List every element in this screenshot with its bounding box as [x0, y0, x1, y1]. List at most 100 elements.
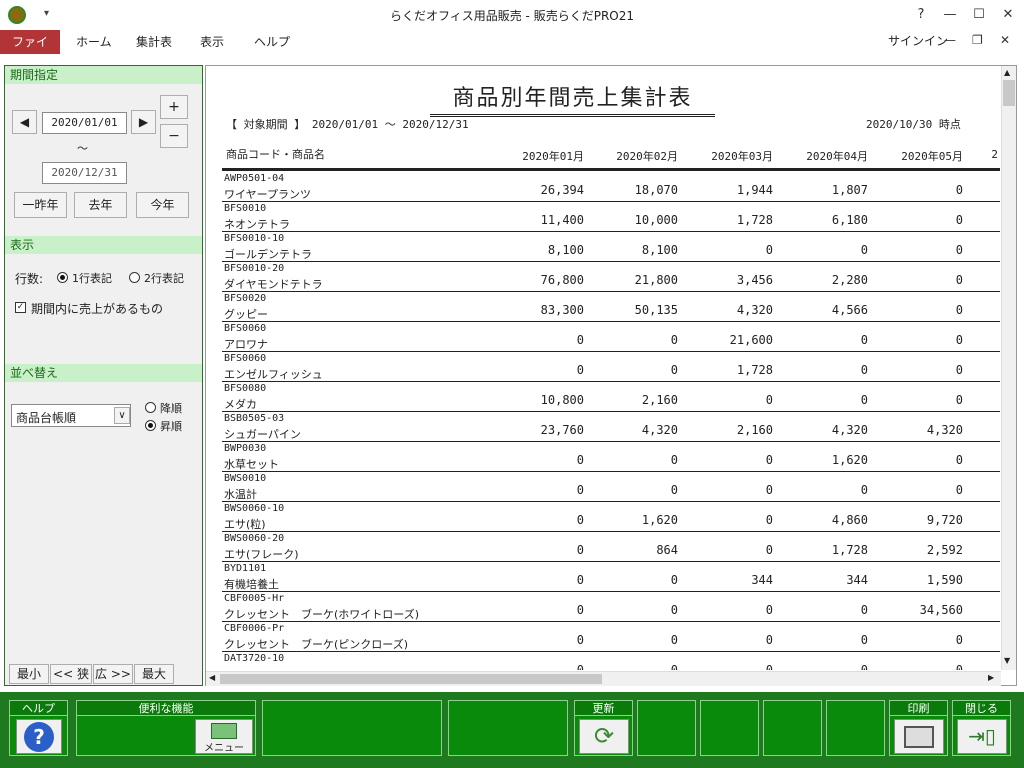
month-value: 1,807 [831, 183, 868, 197]
scroll-right-icon[interactable]: ▶ [988, 673, 994, 682]
scroll-up-icon[interactable]: ▲ [1004, 68, 1010, 77]
month-value: 1,728 [736, 213, 773, 227]
month-value: 0 [765, 483, 773, 497]
empty-slot [637, 700, 696, 756]
month-value: 76,800 [540, 273, 584, 287]
scroll-left-icon[interactable]: ◀ [209, 673, 215, 682]
month-value: 0 [955, 393, 963, 407]
item-name: ダイヤモンドテトラ [224, 278, 323, 291]
month-value: 0 [670, 663, 678, 670]
item-code: BFS0060 [224, 353, 267, 364]
month-value: 0 [955, 333, 963, 347]
table-row[interactable]: BWS0010 水温計 0 0 0 0 0 [222, 472, 1000, 502]
close-button[interactable]: ⇥▯ [957, 719, 1007, 754]
month-value: 0 [955, 303, 963, 317]
month-value: 0 [576, 363, 584, 377]
menu-button[interactable]: メニュー [195, 719, 253, 754]
table-row[interactable]: BWS0060-10 エサ(粒) 0 1,620 0 4,860 9,720 [222, 502, 1000, 532]
month-value: 0 [576, 573, 584, 587]
month-value: 0 [765, 453, 773, 467]
table-row[interactable]: BFS0010-10 ゴールデンテトラ 8,100 8,100 0 0 0 [222, 232, 1000, 262]
table-row[interactable]: BFS0010 ネオンテトラ 11,400 10,000 1,728 6,180 0 [222, 202, 1000, 232]
table-row[interactable]: BFS0060 アロワナ 0 0 21,600 0 0 [222, 322, 1000, 352]
item-code: BWP0030 [224, 443, 267, 454]
month-value: 2,280 [831, 273, 868, 287]
month-value: 0 [860, 603, 868, 617]
empty-slot [763, 700, 822, 756]
help-icon: ? [24, 722, 54, 752]
printer-icon [904, 726, 934, 748]
month-value: 0 [576, 603, 584, 617]
menu-button-label: メニュー [204, 743, 244, 754]
exit-door-icon: ⇥▯ [968, 724, 996, 748]
month-value: 0 [765, 633, 773, 647]
item-name: エンゼルフィッシュ [224, 368, 323, 381]
menu-icon [211, 723, 237, 739]
item-name: エサ(フレーク) [224, 548, 299, 561]
horizontal-scrollbar[interactable]: ◀ ▶ [206, 671, 1001, 686]
item-code: BWS0060-20 [224, 533, 285, 544]
month-value: 23,760 [540, 423, 584, 437]
month-value: 0 [576, 633, 584, 647]
table-row[interactable]: DAT3720-10 0 0 0 0 0 [222, 652, 1000, 670]
month-value: 0 [860, 363, 868, 377]
table-row[interactable]: BYD1101 有機培養土 0 0 344 344 1,590 [222, 562, 1000, 592]
month-value: 11,400 [540, 213, 584, 227]
item-name: シュガーパイン [224, 428, 301, 441]
month-value: 9,720 [926, 513, 963, 527]
help-slot: ヘルプ ? [9, 700, 68, 756]
refresh-button[interactable]: ⟳ [579, 719, 629, 754]
hscroll-thumb[interactable] [220, 674, 602, 684]
item-code: BFS0060 [224, 323, 267, 334]
item-code: BWS0060-10 [224, 503, 285, 514]
month-value: 0 [670, 603, 678, 617]
scroll-down-icon[interactable]: ▼ [1004, 656, 1010, 665]
help-button[interactable]: ? [16, 719, 62, 754]
refresh-label: 更新 [575, 701, 632, 716]
month-value: 10,000 [634, 213, 678, 227]
month-value: 0 [670, 633, 678, 647]
month-value: 4,320 [736, 303, 773, 317]
month-value: 0 [860, 333, 868, 347]
month-value: 2,160 [641, 393, 678, 407]
month-value: 0 [955, 273, 963, 287]
table-row[interactable]: BFS0060 エンゼルフィッシュ 0 0 1,728 0 0 [222, 352, 1000, 382]
month-value: 1,590 [926, 573, 963, 587]
month-value: 0 [955, 453, 963, 467]
item-code: DAT3720-10 [224, 653, 285, 664]
month-value: 0 [576, 543, 584, 557]
month-value: 864 [656, 543, 678, 557]
month-value: 0 [670, 573, 678, 587]
month-value: 0 [955, 183, 963, 197]
month-value: 344 [751, 573, 773, 587]
month-value: 1,620 [831, 453, 868, 467]
table-row[interactable]: BWS0060-20 エサ(フレーク) 0 864 0 1,728 2,592 [222, 532, 1000, 562]
table-row[interactable]: BWP0030 水草セット 0 0 0 1,620 0 [222, 442, 1000, 472]
item-name: ゴールデンテトラ [224, 248, 312, 261]
table-row[interactable]: BFS0080 メダカ 10,800 2,160 0 0 0 [222, 382, 1000, 412]
item-name: ネオンテトラ [224, 218, 290, 231]
month-value: 4,320 [926, 423, 963, 437]
table-row[interactable]: CBF0006-Pr クレッセント ブーケ(ピンクローズ) 0 0 0 0 0 [222, 622, 1000, 652]
month-value: 18,070 [634, 183, 678, 197]
table-row[interactable]: BFS0020 グッピー 83,300 50,135 4,320 4,566 0 [222, 292, 1000, 322]
function-bar: ヘルプ ? 便利な機能 メニュー 更新 ⟳ 印刷 閉じる ⇥▯ [0, 692, 1024, 768]
month-value: 4,860 [831, 513, 868, 527]
print-button[interactable] [894, 719, 944, 754]
doc-close-icon[interactable]: ✕ [1000, 33, 1010, 47]
table-row[interactable]: CBF0005-Hr クレッセント ブーケ(ホワイトローズ) 0 0 0 0 34,560 [222, 592, 1000, 622]
month-value: 0 [860, 633, 868, 647]
table-row[interactable]: AWP0501-04 ワイヤープランツ 26,394 18,070 1,944 1,807… [222, 172, 1000, 202]
table-row[interactable]: BSB0505-03 シュガーパイン 23,760 4,320 2,160 4,320 4,… [222, 412, 1000, 442]
scroll-thumb[interactable] [1003, 80, 1015, 106]
month-value: 0 [955, 213, 963, 227]
item-code: CBF0005-Hr [224, 593, 285, 604]
month-value: 8,100 [547, 243, 584, 257]
month-value: 0 [765, 243, 773, 257]
print-label: 印刷 [890, 701, 947, 716]
vertical-scrollbar[interactable]: ▲ ▼ [1001, 66, 1016, 670]
empty-slot [700, 700, 759, 756]
item-name: クレッセント ブーケ(ホワイトローズ) [224, 608, 420, 621]
month-value: 10,800 [540, 393, 584, 407]
table-row[interactable]: BFS0010-20 ダイヤモンドテトラ 76,800 21,800 3,456 2,28… [222, 262, 1000, 292]
